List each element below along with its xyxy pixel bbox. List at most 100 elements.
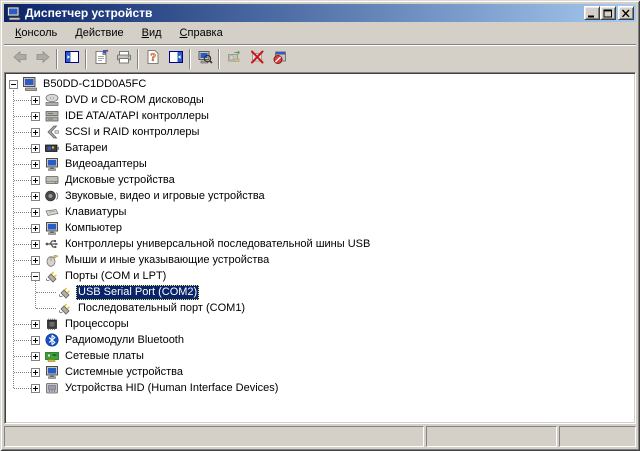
menu-help[interactable]: Справка (171, 23, 232, 43)
tree-item-label: Батареи (63, 141, 110, 156)
tree-item[interactable]: Дисковые устройства (5, 172, 635, 188)
svg-text:?: ? (150, 50, 156, 64)
tree-item[interactable]: Клавиатуры (5, 204, 635, 220)
menu-action[interactable]: Действие (66, 23, 132, 43)
disable-device-icon (249, 49, 265, 68)
toolbar-disable-device-button[interactable] (245, 48, 268, 70)
toolbar: ? (4, 44, 636, 72)
ide-icon (44, 108, 60, 124)
menu-console[interactable]: Консоль (6, 23, 66, 43)
tree-item[interactable]: Видеоадаптеры (5, 156, 635, 172)
device-manager-window: Диспетчер устройств Консоль Действие Вид… (0, 0, 640, 451)
status-panel (426, 426, 557, 447)
expand-plus-icon[interactable] (31, 128, 40, 137)
expand-plus-icon[interactable] (31, 352, 40, 361)
tree-item-label: Компьютер (63, 221, 124, 236)
expand-plus-icon[interactable] (31, 176, 40, 185)
menu-bar: Консоль Действие Вид Справка (4, 22, 636, 44)
collapse-minus-icon[interactable] (31, 272, 40, 281)
tree-item[interactable]: Порты (COM и LPT) (5, 268, 635, 284)
toolbar-show-action-pane-button[interactable] (164, 48, 187, 70)
toolbar-help-button[interactable]: ? (141, 48, 164, 70)
tree-item-label: Контроллеры универсальной последовательн… (63, 237, 372, 252)
device-manager-icon (6, 5, 22, 21)
toolbar-forward-button[interactable] (31, 48, 54, 70)
expand-plus-icon[interactable] (31, 336, 40, 345)
tree-item[interactable]: Сетевые платы (5, 348, 635, 364)
toolbar-show-console-tree-button[interactable] (60, 48, 83, 70)
toolbar-update-driver-button[interactable] (222, 48, 245, 70)
toolbar-separator (85, 49, 87, 69)
toolbar-print-button[interactable] (112, 48, 135, 70)
help-icon: ? (145, 49, 161, 68)
expand-plus-icon[interactable] (31, 224, 40, 233)
port-icon (44, 268, 60, 284)
close-button[interactable] (618, 6, 634, 20)
tree-item-label: Системные устройства (63, 365, 185, 380)
tree-item[interactable]: IDE ATA/ATAPI контроллеры (5, 108, 635, 124)
expand-plus-icon[interactable] (31, 208, 40, 217)
expand-plus-icon[interactable] (31, 192, 40, 201)
minimize-button[interactable] (584, 6, 600, 20)
tree-item[interactable]: Компьютер (5, 220, 635, 236)
tree-item[interactable]: Устройства HID (Human Interface Devices) (5, 380, 635, 396)
scsi-icon (44, 124, 60, 140)
device-tree-inner: B50DD-C1DD0A5FCDVD и CD-ROM дисководыIDE… (5, 73, 635, 423)
device-tree[interactable]: B50DD-C1DD0A5FCDVD и CD-ROM дисководыIDE… (4, 72, 636, 424)
tree-item[interactable]: USB Serial Port (COM2) (5, 284, 635, 300)
tree-item-label: USB Serial Port (COM2) (76, 285, 199, 300)
back-arrow-icon (12, 49, 28, 68)
tree-item-label: IDE ATA/ATAPI контроллеры (63, 109, 211, 124)
tree-item[interactable]: Последовательный порт (COM1) (5, 300, 635, 316)
bluetooth-icon (44, 332, 60, 348)
tree-item[interactable]: Мыши и иные указывающие устройства (5, 252, 635, 268)
menu-view[interactable]: Вид (133, 23, 171, 43)
battery-icon (44, 140, 60, 156)
collapse-minus-icon[interactable] (9, 80, 18, 89)
toolbar-properties-button[interactable] (89, 48, 112, 70)
expand-plus-icon[interactable] (31, 240, 40, 249)
tree-item[interactable]: Системные устройства (5, 364, 635, 380)
tree-item[interactable]: B50DD-C1DD0A5FC (5, 76, 635, 92)
tree-item-label: Последовательный порт (COM1) (76, 301, 247, 316)
expand-plus-icon[interactable] (31, 96, 40, 105)
expand-plus-icon[interactable] (31, 368, 40, 377)
tree-item[interactable]: Звуковые, видео и игровые устройства (5, 188, 635, 204)
tree-item[interactable]: Процессоры (5, 316, 635, 332)
toolbar-scan-hardware-changes-button[interactable] (193, 48, 216, 70)
computer-icon (22, 76, 38, 92)
status-panel (559, 426, 636, 447)
status-bar (4, 426, 636, 447)
usb-icon (44, 236, 60, 252)
title-bar[interactable]: Диспетчер устройств (4, 4, 636, 22)
expand-plus-icon[interactable] (31, 160, 40, 169)
tree-item-label: Клавиатуры (63, 205, 128, 220)
tree-item[interactable]: Радиомодули Bluetooth (5, 332, 635, 348)
expand-plus-icon[interactable] (31, 256, 40, 265)
expand-plus-icon[interactable] (31, 144, 40, 153)
tree-item-label: DVD и CD-ROM дисководы (63, 93, 206, 108)
toolbar-uninstall-device-button[interactable] (268, 48, 291, 70)
tree-item-label: Процессоры (63, 317, 131, 332)
tree-item-label: Устройства HID (Human Interface Devices) (63, 381, 280, 396)
tree-item[interactable]: Контроллеры универсальной последовательн… (5, 236, 635, 252)
keyboard-icon (44, 204, 60, 220)
cpu-icon (44, 316, 60, 332)
tree-item-label: Радиомодули Bluetooth (63, 333, 186, 348)
toolbar-separator (137, 49, 139, 69)
expand-plus-icon[interactable] (31, 320, 40, 329)
toolbar-separator (218, 49, 220, 69)
tree-item[interactable]: SCSI и RAID контроллеры (5, 124, 635, 140)
tree-item[interactable]: DVD и CD-ROM дисководы (5, 92, 635, 108)
disk-icon (44, 172, 60, 188)
port-icon (57, 284, 73, 300)
tree-item-label: Мыши и иные указывающие устройства (63, 253, 271, 268)
maximize-button[interactable] (600, 6, 616, 20)
expand-plus-icon[interactable] (31, 384, 40, 393)
expand-plus-icon[interactable] (31, 112, 40, 121)
properties-icon (93, 49, 109, 68)
tree-item[interactable]: Батареи (5, 140, 635, 156)
action-pane-icon (168, 49, 184, 68)
console-tree-icon (64, 49, 80, 68)
toolbar-back-button[interactable] (8, 48, 31, 70)
